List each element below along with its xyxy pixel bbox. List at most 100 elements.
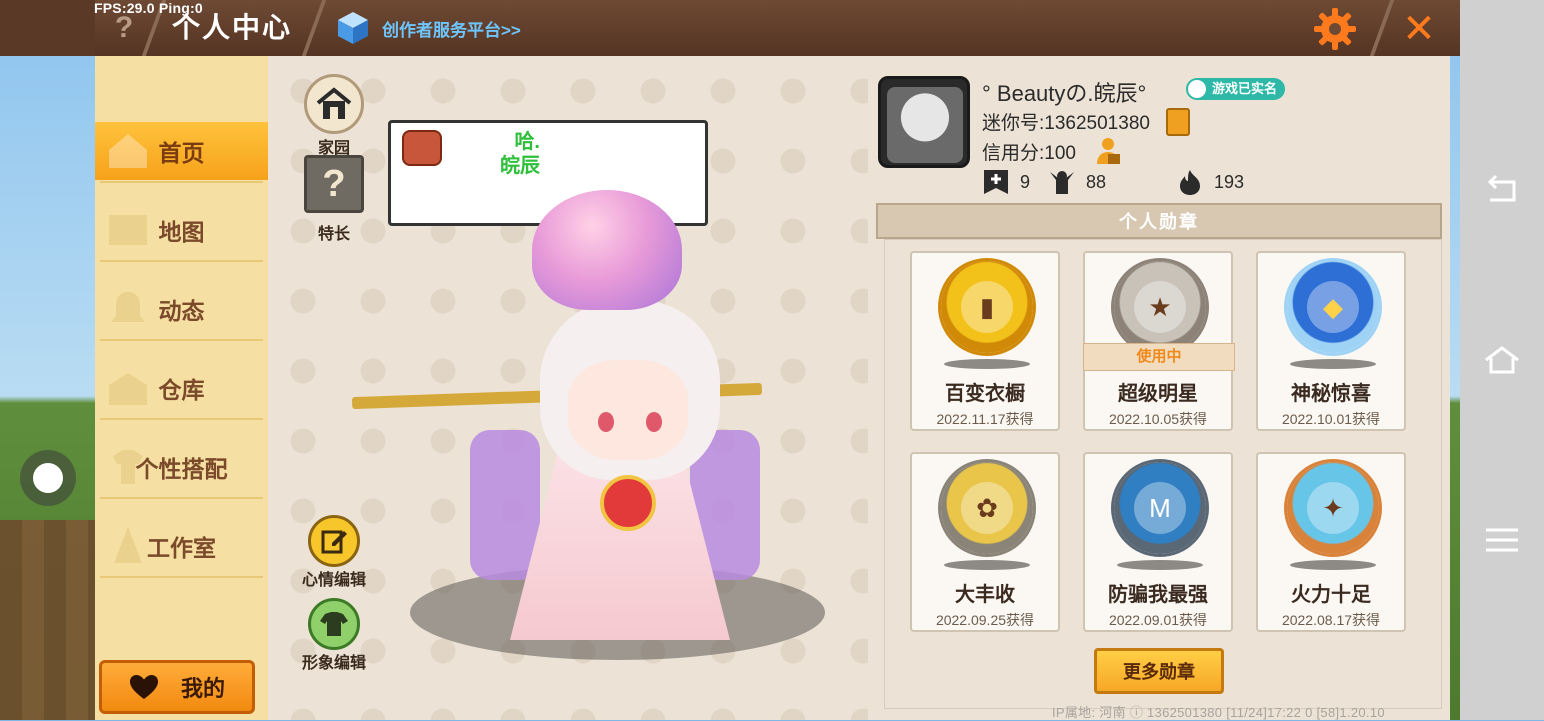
- verified-icon: [1188, 80, 1206, 98]
- medal-badge-icon: ◆: [1287, 261, 1379, 353]
- character-eye: [598, 412, 614, 432]
- avatar[interactable]: [878, 76, 970, 168]
- fans-icon: [1050, 171, 1074, 194]
- character-bow: [600, 475, 656, 531]
- talent-button[interactable]: ?: [304, 155, 364, 213]
- medal-name: 大丰收: [955, 584, 1015, 606]
- medal-shadow: [944, 560, 1030, 570]
- tab-label: 首页: [158, 140, 205, 166]
- in-use-badge: 使用中: [1083, 343, 1235, 371]
- character-face: [568, 360, 688, 460]
- character-hat: [532, 190, 682, 310]
- menu-nav-icon[interactable]: [1480, 518, 1524, 562]
- medal-card[interactable]: ◆ 神秘惊喜 2022.10.01获得: [1256, 251, 1406, 431]
- gear-icon[interactable]: [1312, 6, 1358, 52]
- mood-avatar-icon: [402, 130, 442, 166]
- medal-section-header: 个人勋章: [876, 203, 1442, 239]
- creator-platform-link[interactable]: 创作者服务平台>>: [382, 16, 521, 41]
- mine-button[interactable]: 我的: [99, 660, 255, 714]
- medal-name: 防骗我最强: [1108, 584, 1208, 606]
- title-bar: [95, 0, 1460, 56]
- medal-card[interactable]: ★ 使用中 超级明星 2022.10.05获得: [1083, 251, 1235, 431]
- tab-warehouse[interactable]: 仓库: [95, 359, 268, 417]
- map-tab-icon: [109, 215, 147, 245]
- sidebar-divider: [100, 418, 263, 420]
- fire-icon: [1180, 170, 1200, 195]
- medal-shadow: [944, 359, 1030, 369]
- studio-tab-icon: [114, 527, 142, 563]
- add-friend-icon: [984, 170, 1008, 194]
- medal-card[interactable]: ▮ 百变衣橱 2022.11.17获得: [910, 251, 1060, 431]
- tab-studio[interactable]: 工作室: [95, 517, 268, 575]
- medal-badge-icon: ▮: [941, 261, 1033, 353]
- medal-shadow: [1290, 560, 1376, 570]
- tab-label: 地图: [158, 219, 205, 245]
- title-bar-edge: [0, 0, 95, 56]
- floating-joystick-button[interactable]: [20, 450, 76, 506]
- footer-info: IP属地: 河南 ⓘ 1362501380 [11/24]17:22 0 [58…: [1052, 705, 1385, 720]
- close-icon[interactable]: ✕: [1398, 7, 1440, 51]
- tab-home[interactable]: 首页: [95, 122, 268, 180]
- medal-card[interactable]: M 防骗我最强 2022.09.01获得: [1083, 452, 1233, 632]
- tab-label: 仓库: [158, 377, 205, 403]
- sidebar-divider: [100, 497, 263, 499]
- mood-edit-label: 心情编辑: [301, 572, 366, 589]
- nickname: ° Beautyの.皖辰°: [982, 81, 1147, 106]
- sidebar-divider: [100, 576, 263, 578]
- medal-badge-icon: ★: [1114, 261, 1206, 353]
- medal-card[interactable]: ✿ 大丰收 2022.09.25获得: [910, 452, 1060, 632]
- tab-map[interactable]: 地图: [95, 201, 268, 259]
- friends-stat: 9: [982, 168, 1030, 196]
- medal-date: 2022.09.01获得: [1108, 612, 1208, 628]
- warehouse-tab-icon: [109, 373, 147, 405]
- copy-icon[interactable]: [1166, 108, 1190, 136]
- sidebar-divider: [100, 181, 263, 183]
- fans-stat: 88: [1048, 168, 1106, 196]
- verified-badge: 游戏已实名: [1186, 78, 1286, 100]
- home-nav-icon[interactable]: [1480, 338, 1524, 382]
- world-terrain: [0, 520, 95, 720]
- outfit-tab-icon: [113, 450, 143, 484]
- more-medals-button[interactable]: 更多勋章: [1094, 648, 1224, 694]
- mood-edit-button[interactable]: [308, 515, 360, 567]
- character-eye: [646, 412, 662, 432]
- look-edit-button[interactable]: [308, 598, 360, 650]
- house-icon: [316, 87, 352, 119]
- medal-date: 2022.10.05获得: [1108, 411, 1208, 427]
- medal-badge-icon: ✿: [941, 462, 1033, 554]
- sidebar-divider: [100, 260, 263, 262]
- medal-card[interactable]: ✦ 火力十足 2022.08.17获得: [1256, 452, 1406, 632]
- medal-name: 百变衣橱: [945, 383, 1025, 405]
- home-tab-icon: [109, 134, 147, 168]
- medal-name: 火力十足: [1291, 584, 1371, 606]
- homeland-button[interactable]: [304, 74, 364, 134]
- medal-badge-icon: ✦: [1287, 462, 1379, 554]
- edit-icon: [321, 530, 347, 554]
- tab-activity[interactable]: 动态: [95, 280, 268, 338]
- sidebar-divider: [100, 339, 263, 341]
- mini-id: 迷你号:1362501380: [982, 113, 1150, 134]
- heart-icon: [129, 675, 158, 699]
- cube-icon[interactable]: [336, 10, 370, 46]
- mine-button-label: 我的: [180, 676, 225, 701]
- tab-label: 动态: [158, 298, 205, 324]
- mood-text: 哈. 皖辰: [500, 131, 540, 177]
- medal-shadow: [1290, 359, 1376, 369]
- tab-label: 工作室: [147, 535, 216, 561]
- medal-name: 神秘惊喜: [1291, 383, 1371, 405]
- medal-badge-icon: M: [1114, 462, 1206, 554]
- medal-shadow: [1117, 560, 1203, 570]
- popularity-stat: 193: [1176, 168, 1244, 196]
- medal-date: 2022.09.25获得: [935, 612, 1035, 628]
- clothing-icon: [320, 612, 348, 636]
- back-icon[interactable]: [1480, 168, 1524, 212]
- credit-score: 信用分:100: [982, 143, 1076, 164]
- credit-icon[interactable]: [1094, 136, 1122, 166]
- bell-tab-icon: [111, 292, 145, 322]
- character-sleeve: [470, 430, 540, 580]
- tab-outfit[interactable]: 个性搭配: [95, 438, 268, 496]
- medal-date: 2022.10.01获得: [1281, 411, 1381, 427]
- medal-date: 2022.11.17获得: [936, 411, 1034, 427]
- look-edit-label: 形象编辑: [301, 655, 366, 672]
- fps-overlay: FPS:29.0 Ping:0: [94, 0, 203, 16]
